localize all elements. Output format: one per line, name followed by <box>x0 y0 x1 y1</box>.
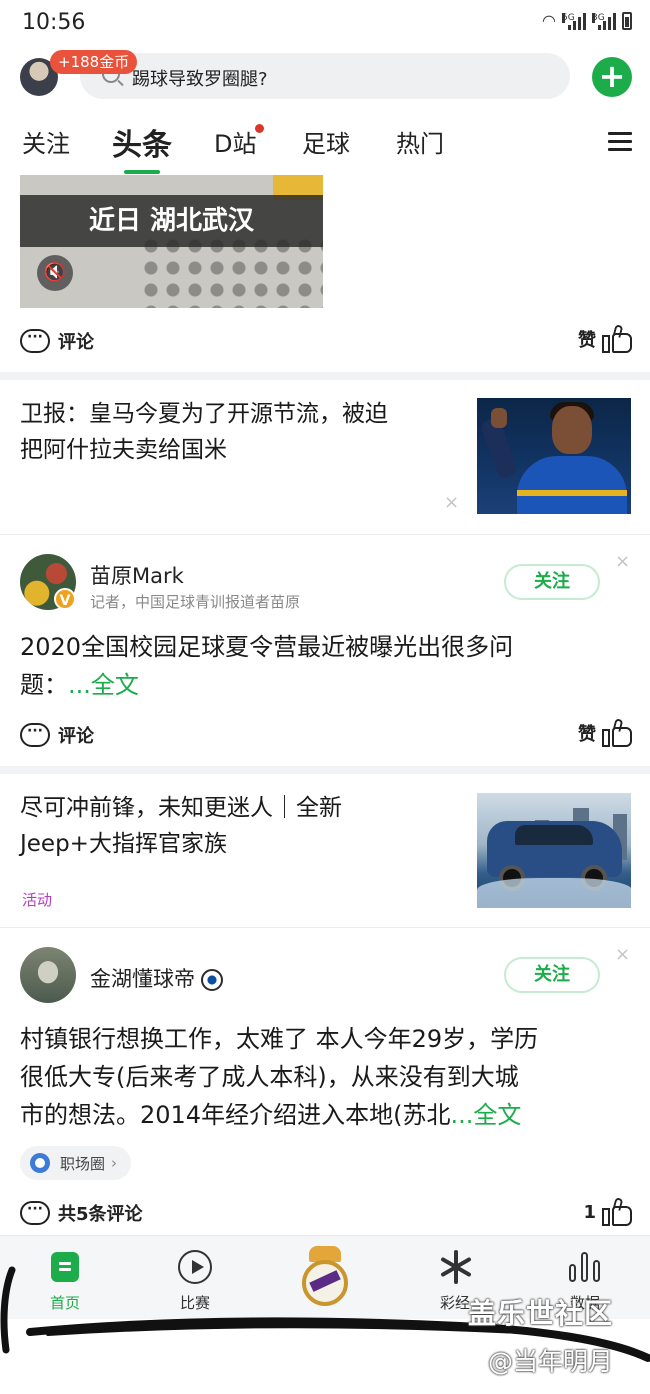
video-thumbnail[interactable]: 近日 湖北武汉 🔇 <box>20 175 323 308</box>
author-name[interactable]: 苗原Mark <box>90 560 184 590</box>
wifi-icon: ◠ <box>542 11 556 30</box>
video-caption: 近日 湖北武汉 <box>20 195 323 247</box>
tab-following[interactable]: 关注 <box>22 124 70 159</box>
close-icon[interactable]: × <box>444 492 459 513</box>
club-badge-icon <box>201 969 223 991</box>
section-divider <box>0 372 650 380</box>
like-button[interactable]: 1 <box>583 1197 632 1227</box>
comment-label: 评论 <box>58 726 94 747</box>
mute-icon[interactable]: 🔇 <box>37 255 73 291</box>
tab-hot[interactable]: 热门 <box>396 124 444 159</box>
comment-label: 评论 <box>58 332 94 353</box>
comment-button[interactable]: 共5条评论 <box>20 1198 143 1228</box>
ad-title-line: 尽可冲前锋，未知更迷人｜全新 <box>20 795 342 821</box>
close-icon[interactable]: × <box>615 944 630 965</box>
full-text-link[interactable]: ...全文 <box>68 671 139 699</box>
author-description: 记者，中国足球青训报道者苗原 <box>90 593 301 611</box>
post-text[interactable]: 2020全国校园足球夏令营最近被曝光出很多问 题：...全文 <box>20 628 630 704</box>
post-text-line: 题： <box>20 671 68 699</box>
post-text-line: 村镇银行想换工作，太难了 本人今年29岁，学历 <box>20 1025 539 1053</box>
tab-headlines[interactable]: 头条 <box>112 120 172 174</box>
close-icon[interactable]: × <box>615 551 630 572</box>
tab-d-station-label: D站 <box>214 130 257 158</box>
news-title-line: 把阿什拉夫卖给国米 <box>20 437 227 463</box>
ad-thumbnail[interactable] <box>477 793 631 908</box>
full-text-link[interactable]: ...全文 <box>450 1101 521 1129</box>
status-bar: 10:56 ◠ 5G 3G <box>0 0 650 48</box>
search-input[interactable]: 踢球导致罗圈腿? <box>80 53 570 99</box>
signal-3g-icon: 3G <box>592 13 616 30</box>
news-title-line: 卫报：皇马今夏为了开源节流，被迫 <box>20 401 388 427</box>
verified-badge: V <box>54 588 76 610</box>
coin-badge[interactable]: +188金币 <box>50 50 138 74</box>
like-label: 赞 <box>578 724 596 745</box>
news-title[interactable]: 卫报：皇马今夏为了开源节流，被迫 把阿什拉夫卖给国米 <box>20 396 388 468</box>
row-divider <box>0 927 650 928</box>
follow-button[interactable]: 关注 <box>504 564 600 600</box>
search-placeholder: 踢球导致罗圈腿? <box>132 69 268 90</box>
thumbs-up-icon <box>602 1197 632 1226</box>
section-divider <box>0 766 650 774</box>
search-row: +188金币 踢球导致罗圈腿? + <box>0 50 650 104</box>
post-text-line: 很低大专(后来考了成人本科)，从来没有到大城 <box>20 1063 519 1091</box>
post-text[interactable]: 村镇银行想换工作，太难了 本人今年29岁，学历 很低大专(后来考了成人本科)，从… <box>20 1020 630 1134</box>
comment-button[interactable]: 评论 <box>20 720 94 750</box>
add-post-button[interactable]: + <box>592 57 632 97</box>
battery-icon <box>622 12 632 30</box>
comment-icon <box>20 1201 50 1225</box>
watermark-author: @当年明月 <box>488 1347 614 1376</box>
author-name[interactable]: 金湖懂球帝 <box>90 963 223 993</box>
author-avatar[interactable] <box>20 947 76 1003</box>
thumbs-up-icon <box>602 718 632 747</box>
topic-chip[interactable]: 职场圈 › <box>20 1146 132 1180</box>
like-count: 1 <box>583 1201 596 1223</box>
app-screen: 10:56 ◠ 5G 3G +188金币 踢球导致罗圈腿? + 关注 头条 D站… <box>0 0 650 1394</box>
signal-5g-icon: 5G <box>562 13 586 30</box>
active-tab-indicator <box>124 170 160 174</box>
comment-count-label: 共5条评论 <box>58 1204 143 1225</box>
post-text-line: 2020全国校园足球夏令营最近被曝光出很多问 <box>20 633 514 661</box>
ad-title[interactable]: 尽可冲前锋，未知更迷人｜全新 Jeep+大指挥官家族 <box>20 790 342 862</box>
follow-button[interactable]: 关注 <box>504 957 600 993</box>
tab-headlines-label: 头条 <box>112 128 172 163</box>
chevron-right-icon: › <box>111 1154 118 1172</box>
notification-dot <box>255 124 265 133</box>
topic-icon <box>30 1153 50 1173</box>
tab-football[interactable]: 足球 <box>302 124 350 159</box>
status-icons: ◠ 5G 3G <box>542 12 632 30</box>
comment-icon <box>20 723 50 747</box>
news-thumbnail[interactable] <box>477 398 631 514</box>
comment-icon <box>20 329 50 353</box>
tab-d-station[interactable]: D站 <box>214 124 265 159</box>
status-time: 10:56 <box>22 10 86 35</box>
channel-tabs: 关注 头条 D站 足球 热门 <box>0 118 650 174</box>
author-name-text: 金湖懂球帝 <box>90 967 195 991</box>
post-text-line: 市的想法。2014年经介绍进入本地(苏北 <box>20 1101 451 1129</box>
topic-label: 职场圈 <box>60 1154 106 1173</box>
comment-button[interactable]: 评论 <box>20 326 94 356</box>
row-divider <box>0 534 650 535</box>
ad-tag: 活动 <box>22 891 53 909</box>
menu-icon[interactable] <box>608 132 632 152</box>
watermark-community: 盖乐世社区 <box>468 1297 614 1330</box>
like-button[interactable]: 赞 <box>578 718 632 748</box>
thumbs-up-icon <box>602 324 632 353</box>
like-button[interactable]: 赞 <box>578 324 632 354</box>
like-label: 赞 <box>578 330 596 351</box>
ad-title-line: Jeep+大指挥官家族 <box>20 831 227 857</box>
